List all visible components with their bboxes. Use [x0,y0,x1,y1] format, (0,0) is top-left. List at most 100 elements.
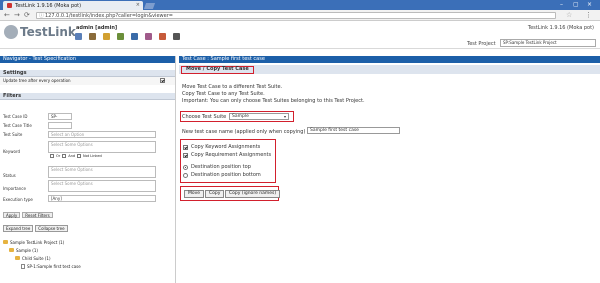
copy-keywords-checkbox[interactable] [183,144,188,150]
dest-bottom-label: Destination position bottom [191,172,261,178]
browser-menu-icon[interactable]: ⋮ [585,11,592,19]
setting-update-tree-row: Update tree after every operation [0,77,175,85]
tree-node-project[interactable]: Sample TestLink Project (1) [3,238,81,246]
filter-test-suite-select[interactable]: Select an Option [48,131,156,138]
new-tab-button[interactable] [143,3,156,9]
minimize-icon[interactable]: – [560,1,563,8]
filter-status-label: Status [3,173,16,178]
tab-title: TestLink 1.9.16 (Moka pot) [15,2,82,9]
keyword-and-radio[interactable] [62,154,67,158]
folder-icon [15,256,20,260]
filter-tc-title-input[interactable] [48,122,72,129]
copy-keywords-option: Copy Keyword Assignments [183,144,260,150]
tree-node-label: Sample (1) [16,247,38,253]
navigator-title: Navigator - Test Specification [0,56,175,63]
tree-node-test-case[interactable]: SP-1:Sample first test case [3,262,81,270]
filters-heading[interactable]: Filters [0,93,175,100]
expand-tree-button[interactable]: Expand tree [3,225,34,232]
operation-header: Move / Copy Test Case [179,65,600,74]
keyword-or-radio[interactable] [50,154,54,158]
tree-node-suite[interactable]: Sample (1) [3,246,81,254]
filter-importance-select[interactable]: Select Some Options [48,180,156,192]
users-icon[interactable] [159,33,166,40]
filter-keyword-label: Keyword [3,149,21,154]
keyword-and-label: And [68,154,76,158]
back-icon[interactable]: ← [4,11,10,19]
info-line-important: Important: You can only choose Test Suit… [182,98,365,104]
url-input[interactable]: ⓘ 127.0.0.1/testlink/index.php?caller=lo… [36,12,556,19]
choose-suite-label: Choose Test Suite [182,114,227,120]
keyword-not-linked-label: Not Linked [83,154,102,158]
browser-tab[interactable]: TestLink 1.9.16 (Moka pot) × [3,1,143,10]
new-name-label: New test case name (applied only when co… [182,129,306,135]
filter-tc-title-label: Test Case Title [3,123,32,128]
update-tree-checkbox[interactable] [160,78,165,83]
home-icon[interactable] [75,33,82,40]
setting-update-tree-label: Update tree after every operation [3,78,71,83]
tree-node-label: SP-1:Sample first test case [27,263,81,269]
app-version: TestLink 1.9.16 (Moka pot) [527,25,594,31]
dest-top-radio[interactable] [183,164,188,170]
test-case-icon [21,263,25,269]
testlink-logo-icon [4,25,18,39]
tree-node-label: Child Suite (1) [22,255,51,261]
test-spec-tree: Sample TestLink Project (1) Sample (1) C… [3,238,81,270]
testlink-favicon-icon [7,3,12,8]
filter-test-suite-label: Test Suite [3,132,23,137]
maximize-icon[interactable]: ▢ [573,1,579,8]
requirements-icon[interactable] [103,33,110,40]
keyword-not-linked-radio[interactable] [77,154,82,158]
collapse-tree-button[interactable]: Collapse tree [35,225,68,232]
copy-ignore-names-button[interactable]: Copy (ignore names) [225,190,281,198]
main-panel: Test Case : Sample first test case Move … [179,56,600,283]
copy-requirements-option: Copy Requirement Assignments [183,152,271,158]
dest-bottom-option: Destination position bottom [183,172,261,178]
choose-suite-select[interactable]: Sample [229,113,289,120]
test-spec-icon[interactable] [117,33,124,40]
filter-status-select[interactable]: Select Some Options [48,166,156,178]
tree-node-child-suite[interactable]: Child Suite (1) [3,254,81,262]
project-icon[interactable] [89,33,96,40]
reports-icon[interactable] [145,33,152,40]
filter-execution-type-select[interactable]: [Any] [48,195,156,202]
copy-requirements-checkbox[interactable] [183,152,188,158]
operation-title: Move / Copy Test Case [181,66,254,74]
reload-icon[interactable]: ⟳ [24,11,30,19]
keyword-mode-row: Or And Not Linked [50,154,102,158]
tree-buttons: Expand tree Collapse tree [3,225,68,232]
copy-button[interactable]: Copy [205,190,225,198]
settings-heading[interactable]: Settings [0,70,175,77]
forward-icon[interactable]: → [14,11,20,19]
bookmark-star-icon[interactable]: ☆ [566,11,572,19]
window-close-icon[interactable]: × [587,1,592,8]
current-user: admin [admin] [76,25,118,31]
project-label: Test Project [467,41,496,47]
new-name-input[interactable]: Sample first test case [307,127,400,134]
filter-tc-id-input[interactable]: SP- [48,113,72,120]
project-select[interactable]: SP:Sample TestLink Project [500,39,596,47]
app-header: TestLink admin [admin] TestLink 1.9.16 (… [0,22,600,49]
navigator-panel: Navigator - Test Specification Settings … [0,56,176,283]
reset-filters-button[interactable]: Reset Filters [22,212,53,218]
top-toolbar [75,33,180,40]
move-button[interactable]: Move [184,190,205,198]
filter-execution-type-label: Execution type [3,197,33,202]
testlink-logo[interactable]: TestLink [20,25,76,39]
copy-requirements-label: Copy Requirement Assignments [191,152,272,158]
page-info-icon[interactable]: ⓘ [39,13,44,19]
execution-icon[interactable] [131,33,138,40]
url-text: 127.0.0.1/testlink/index.php?caller=logi… [45,13,173,19]
filter-tabs: Apply Reset Filters [3,212,53,218]
page-title: Test Case : Sample first test case [179,56,600,63]
dest-bottom-radio[interactable] [183,172,188,178]
address-bar-row: ← → ⟳ ⓘ 127.0.0.1/testlink/index.php?cal… [0,10,600,21]
tab-close-icon[interactable]: × [136,2,140,8]
logout-icon[interactable] [173,33,180,40]
filter-keyword-select[interactable]: Select Some Options [48,141,156,153]
info-line-move: Move Test Case to a different Test Suite… [182,84,283,90]
tree-node-label: Sample TestLink Project (1) [10,239,65,245]
copy-keywords-label: Copy Keyword Assignments [191,144,261,150]
filter-importance-label: Importance [3,186,26,191]
apply-filters-button[interactable]: Apply [3,212,21,218]
info-line-copy: Copy Test Case to any Test Suite. [182,91,265,97]
